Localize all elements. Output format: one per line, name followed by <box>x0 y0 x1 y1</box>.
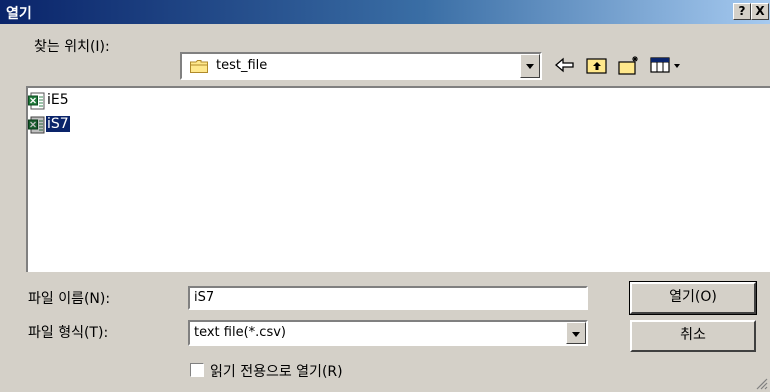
look-in-combo[interactable]: test_file <box>180 52 542 80</box>
file-name-value: iS7 <box>194 290 215 305</box>
dialog-title: 열기 <box>6 6 32 22</box>
file-name: iE5 <box>47 92 69 108</box>
close-button[interactable]: X <box>751 3 769 20</box>
new-folder-icon[interactable] <box>617 54 641 76</box>
file-type-label: 파일 형식(T): <box>28 325 109 341</box>
cancel-button[interactable]: 취소 <box>630 320 756 352</box>
open-file-dialog: 열기 ? X 찾는 위치(I): test_file iE5 iS7 파일 이름… <box>0 0 770 392</box>
help-button[interactable]: ? <box>733 3 751 20</box>
look-in-dropdown-button[interactable] <box>520 54 540 78</box>
file-name-input[interactable]: iS7 <box>188 286 588 310</box>
file-name-label: 파일 이름(N): <box>28 291 111 307</box>
excel-file-icon <box>28 116 45 134</box>
folder-icon <box>190 60 208 73</box>
file-type-select[interactable]: text file(*.csv) <box>188 320 588 346</box>
readonly-label: 읽기 전용으로 열기(R) <box>210 364 343 380</box>
view-menu-icon[interactable] <box>649 54 685 76</box>
title-bar: 열기 ? X <box>0 0 770 24</box>
file-name: iS7 <box>45 115 71 133</box>
readonly-checkbox[interactable] <box>190 363 204 377</box>
file-type-value: text file(*.csv) <box>194 325 286 340</box>
look-in-value: test_file <box>216 58 268 73</box>
back-arrow-icon[interactable] <box>553 54 577 76</box>
up-folder-icon[interactable] <box>585 54 609 76</box>
open-button[interactable]: 열기(O) <box>629 281 757 315</box>
resize-grip-icon[interactable] <box>754 376 768 390</box>
excel-file-icon <box>28 92 45 110</box>
file-list[interactable]: iE5 iS7 <box>26 86 770 272</box>
file-type-dropdown-button[interactable] <box>566 322 586 344</box>
look-in-label: 찾는 위치(I): <box>34 39 110 55</box>
